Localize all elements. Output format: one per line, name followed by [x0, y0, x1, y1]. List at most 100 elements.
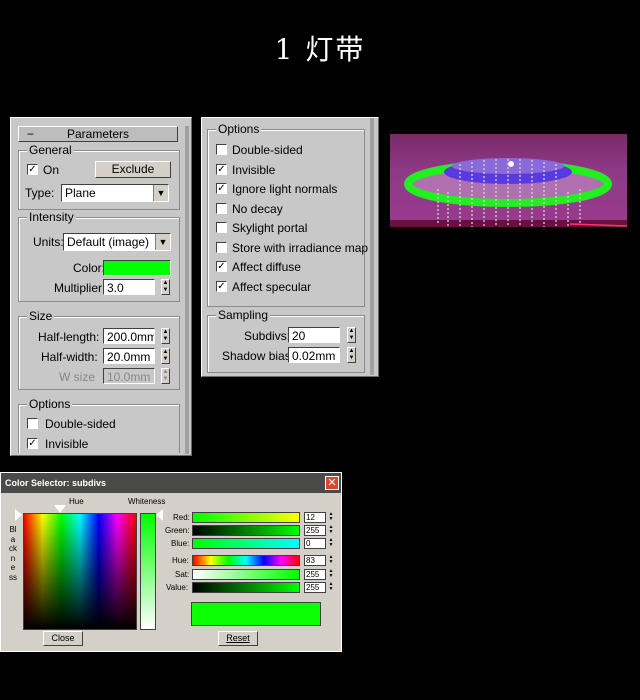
blue-label: Blue:: [171, 539, 190, 548]
whiteness-slider[interactable]: [140, 513, 156, 630]
option-label: Ignore light normals: [232, 182, 338, 196]
no-decay-checkbox[interactable]: [216, 203, 227, 214]
green-slider[interactable]: [192, 525, 300, 536]
subdivs-field[interactable]: 20: [288, 327, 340, 343]
double-sided-checkbox[interactable]: [27, 418, 38, 429]
ignore-light-normals-checkbox[interactable]: ✓: [216, 183, 227, 194]
options-list-group: Options Double-sided ✓ Invisible ✓ Ignor…: [207, 122, 368, 307]
value-field[interactable]: 255: [304, 582, 326, 593]
multiplier-spinner[interactable]: ▲ ▼: [161, 279, 170, 295]
affect-specular-checkbox[interactable]: ✓: [216, 281, 227, 292]
exclude-button[interactable]: Exclude: [95, 161, 171, 178]
store-irradiance-checkbox[interactable]: [216, 242, 227, 253]
sat-label: Sat:: [175, 570, 190, 579]
hue-field[interactable]: 83: [304, 555, 326, 566]
blue-field[interactable]: 0: [304, 538, 326, 549]
close-button[interactable]: Close: [43, 631, 83, 646]
chevron-down-icon[interactable]: ▼: [155, 234, 170, 250]
blackness-pointer[interactable]: [15, 509, 22, 521]
on-checkbox[interactable]: ✓: [27, 164, 38, 175]
red-field[interactable]: 12: [304, 512, 326, 523]
affect-diffuse-checkbox[interactable]: ✓: [216, 261, 227, 272]
blue-slider[interactable]: [192, 538, 300, 549]
intensity-group-label: Intensity: [27, 210, 76, 224]
hue-slider-label: Hue:: [172, 556, 189, 565]
subdivs-spinner[interactable]: ▲ ▼: [347, 327, 356, 343]
half-length-field[interactable]: 200.0mm: [103, 328, 155, 344]
color-swatch[interactable]: [103, 260, 171, 276]
blue-spinner[interactable]: ▲ ▼: [328, 538, 334, 549]
options-list-label: Options: [216, 122, 262, 136]
hue-blackness-field[interactable]: [23, 513, 137, 630]
units-label: Units:: [33, 235, 64, 249]
rollout-collapse-toggle[interactable]: −: [27, 127, 34, 141]
sampling-group: Sampling Subdivs: 20 ▲ ▼ Shadow bias: 0.0…: [207, 308, 365, 373]
options-group-label: Options: [27, 397, 73, 411]
general-group: General ✓ On Exclude Type: Plane ▼: [18, 143, 180, 210]
ceiling-light-render: [390, 158, 627, 227]
units-dropdown[interactable]: Default (image) ▼: [63, 233, 171, 251]
options-panel: Options Double-sided ✓ Invisible ✓ Ignor…: [201, 117, 379, 377]
sampling-group-label: Sampling: [216, 308, 271, 322]
option-label: Double-sided: [232, 143, 303, 157]
whiteness-pointer[interactable]: [156, 509, 163, 521]
hue-label: Hue: [69, 497, 84, 506]
option-label: Invisible: [232, 163, 276, 177]
invisible-checkbox[interactable]: ✓: [27, 438, 38, 449]
chevron-down-icon[interactable]: ▼: [153, 185, 168, 201]
size-group-label: Size: [27, 309, 55, 323]
red-spinner[interactable]: ▲ ▼: [328, 512, 334, 523]
blackness-label: Blackness: [9, 525, 17, 582]
reset-button[interactable]: Reset: [218, 631, 258, 646]
panel-scrollbar[interactable]: [185, 126, 189, 454]
red-slider[interactable]: [192, 512, 300, 523]
rollout-title: Parameters: [66, 127, 130, 141]
hue-pointer[interactable]: [54, 505, 66, 513]
hue-spinner[interactable]: ▲ ▼: [328, 555, 334, 566]
option-label: Affect specular: [232, 280, 312, 294]
sat-field[interactable]: 255: [304, 569, 326, 580]
color-preview-swatch: [191, 602, 321, 626]
multiplier-field[interactable]: 3.0: [103, 279, 155, 295]
parameters-panel: − Parameters General ✓ On Exclude Type: …: [10, 117, 192, 456]
half-length-spinner[interactable]: ▲ ▼: [161, 328, 170, 344]
value-spinner[interactable]: ▲ ▼: [328, 582, 334, 593]
option-label: Affect diffuse: [232, 260, 301, 274]
subdivs-label: Subdivs:: [244, 329, 291, 343]
half-width-field[interactable]: 20.0mm: [103, 348, 155, 364]
double-sided-checkbox-2[interactable]: [216, 144, 227, 155]
dialog-title-bar[interactable]: Color Selector: subdivs: [1, 473, 341, 493]
general-group-label: General: [27, 143, 74, 157]
w-size-label: W size: [59, 370, 95, 384]
whiteness-label: Whiteness: [128, 497, 166, 506]
green-spinner[interactable]: ▲ ▼: [328, 525, 334, 536]
hue-slider[interactable]: [192, 555, 300, 566]
invisible-checkbox-2[interactable]: ✓: [216, 164, 227, 175]
page-title: 1 灯带: [274, 33, 366, 66]
green-field[interactable]: 255: [304, 525, 326, 536]
options-panel-scrollbar[interactable]: [370, 118, 374, 375]
red-label: Red:: [173, 513, 190, 522]
half-width-spinner[interactable]: ▲ ▼: [161, 348, 170, 364]
shadow-bias-field[interactable]: 0.02mm: [288, 347, 340, 363]
dialog-title: Color Selector: subdivs: [5, 478, 107, 488]
color-selector-dialog: Color Selector: subdivs ✕ Hue Whiteness …: [0, 472, 342, 652]
intensity-group: Intensity Units: Default (image) ▼ Color…: [18, 210, 180, 302]
value-slider[interactable]: [192, 582, 300, 593]
close-icon[interactable]: ✕: [325, 476, 339, 490]
half-width-label: Half-width:: [41, 350, 98, 364]
options-group: Options Double-sided ✓ Invisible: [18, 397, 180, 453]
multiplier-label: Multiplier:: [54, 281, 106, 295]
render-preview-image: [390, 134, 627, 227]
shadow-bias-spinner[interactable]: ▲ ▼: [347, 347, 356, 363]
option-label: Skylight portal: [232, 221, 308, 235]
value-label: Value:: [166, 583, 189, 592]
sat-spinner[interactable]: ▲ ▼: [328, 569, 334, 580]
sat-slider[interactable]: [192, 569, 300, 580]
skylight-portal-checkbox[interactable]: [216, 222, 227, 233]
parameters-rollout-header[interactable]: − Parameters: [18, 126, 178, 142]
green-label: Green:: [165, 526, 190, 535]
type-dropdown[interactable]: Plane ▼: [61, 184, 169, 202]
double-sided-label: Double-sided: [45, 417, 116, 431]
invisible-label: Invisible: [45, 437, 89, 451]
